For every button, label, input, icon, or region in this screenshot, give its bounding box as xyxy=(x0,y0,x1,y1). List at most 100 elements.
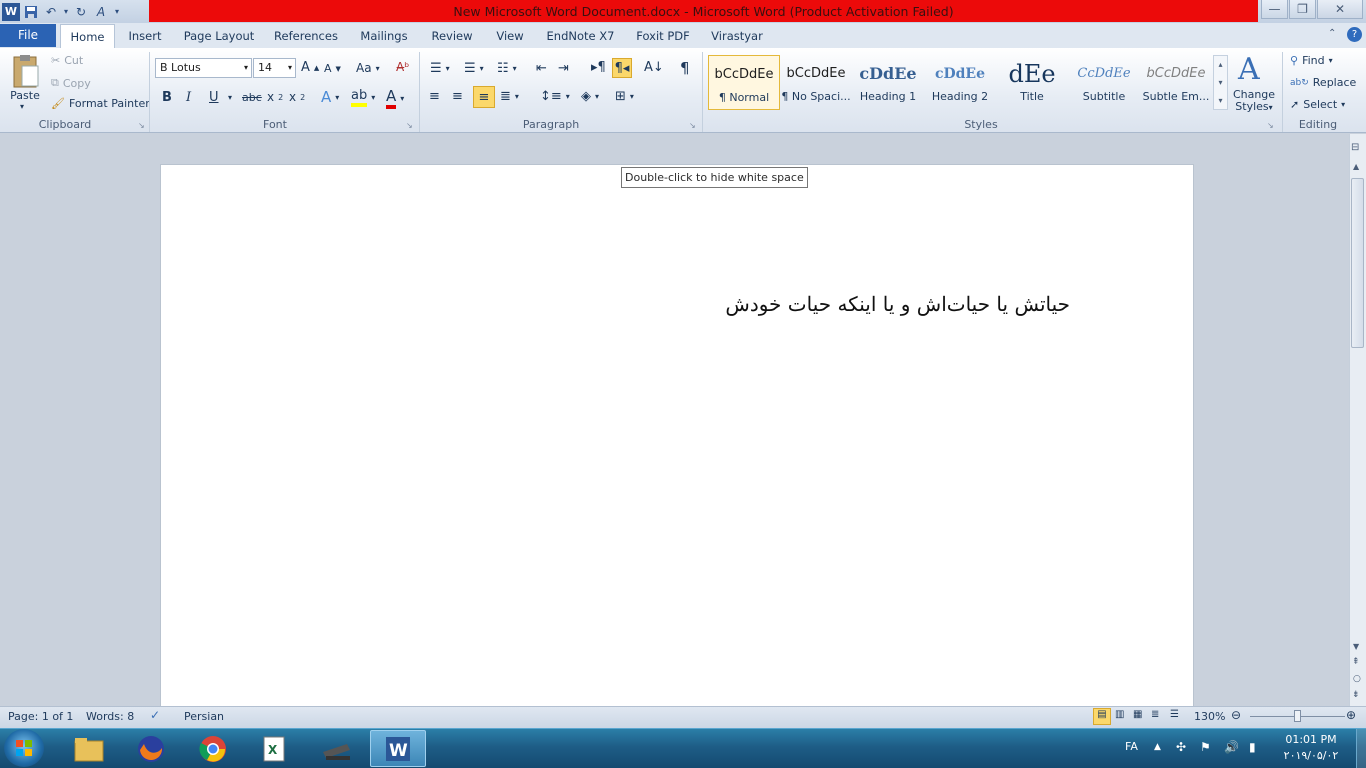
clear-formatting-icon[interactable]: A̶ᵇ xyxy=(396,60,409,74)
tab-review[interactable]: Review xyxy=(425,24,479,48)
align-left-icon[interactable]: ≡ xyxy=(429,89,440,104)
save-icon[interactable] xyxy=(22,3,40,21)
change-styles-button[interactable]: Change Styles▾ xyxy=(1230,89,1278,114)
show-formatting-marks-icon[interactable]: ¶ xyxy=(680,59,690,77)
show-desktop-button[interactable] xyxy=(1356,729,1366,768)
undo-icon[interactable]: ↶ xyxy=(42,3,60,21)
outline-icon[interactable]: ≣ xyxy=(1151,709,1159,720)
style-normal[interactable]: bCcDdEe ¶ Normal xyxy=(708,55,780,110)
tab-mailings[interactable]: Mailings xyxy=(355,24,413,48)
chrome-icon[interactable] xyxy=(185,730,241,767)
zoom-in-icon[interactable]: ⊕ xyxy=(1346,708,1356,722)
scroll-up-icon[interactable]: ▲ xyxy=(1353,162,1359,171)
align-right-icon[interactable]: ≡ xyxy=(473,86,495,108)
show-hidden-icons-icon[interactable]: ▲ xyxy=(1154,742,1161,752)
decrease-indent-icon[interactable]: ⇤ xyxy=(536,61,547,76)
previous-page-icon[interactable]: ⇞ xyxy=(1352,657,1360,667)
rtl-direction-icon[interactable]: ¶◂ xyxy=(612,58,632,78)
tab-home[interactable]: Home xyxy=(60,24,115,48)
document-text[interactable]: حیاتش یا حیات‌اش و یا اینکه حیات خودش xyxy=(700,292,1070,316)
view-ruler-icon[interactable]: ⊟ xyxy=(1351,142,1359,153)
styles-launcher-icon[interactable]: ↘ xyxy=(1267,121,1274,130)
select-browse-object-icon[interactable]: ○ xyxy=(1353,674,1361,684)
redo-icon[interactable]: ↻ xyxy=(72,3,90,21)
word-app-icon[interactable]: W xyxy=(2,2,20,21)
full-screen-reading-icon[interactable]: ▥ xyxy=(1115,709,1124,720)
find-button[interactable]: ⚲ Find ▾ xyxy=(1290,54,1333,67)
bold-icon[interactable]: B xyxy=(162,90,172,105)
tab-file[interactable]: File xyxy=(0,24,56,47)
paste-icon[interactable] xyxy=(8,54,42,90)
minimize-ribbon-icon[interactable]: ⌃ xyxy=(1328,28,1336,39)
file-explorer-icon[interactable] xyxy=(61,730,117,767)
bullets-icon[interactable]: ☰ ▾ xyxy=(430,61,450,76)
align-center-icon[interactable]: ≡ xyxy=(452,89,463,104)
italic-icon[interactable]: I xyxy=(186,90,191,105)
more-styles-icon[interactable]: ▾ xyxy=(1214,92,1227,110)
paragraph-launcher-icon[interactable]: ↘ xyxy=(689,121,696,130)
select-button[interactable]: ➚ Select ▾ xyxy=(1290,98,1345,111)
text-effects-qat-icon[interactable]: A xyxy=(92,3,110,21)
chevron-down-icon[interactable]: ▾ xyxy=(1214,74,1227,92)
subscript-icon[interactable]: x2 xyxy=(267,90,283,104)
tab-foxit-pdf[interactable]: Foxit PDF xyxy=(630,24,696,48)
copy-button[interactable]: ⧉ Copy xyxy=(51,76,91,90)
replace-button[interactable]: ab↻ Replace xyxy=(1290,76,1356,89)
minimize-button[interactable]: — xyxy=(1261,0,1288,19)
style-no-spacing[interactable]: bCcDdEe ¶ No Spaci... xyxy=(780,55,852,110)
word-count[interactable]: Words: 8 xyxy=(86,710,134,723)
network-tray-icon[interactable]: ✣ xyxy=(1176,740,1186,754)
draft-icon[interactable]: ☰ xyxy=(1170,709,1179,720)
web-layout-icon[interactable]: ▦ xyxy=(1133,709,1142,720)
proofing-icon[interactable]: ✓ xyxy=(150,708,160,722)
increase-indent-icon[interactable]: ⇥ xyxy=(558,61,569,76)
paste-dropdown-icon[interactable]: ▾ xyxy=(20,102,24,111)
page-count[interactable]: Page: 1 of 1 xyxy=(8,710,73,723)
borders-icon[interactable]: ⊞ ▾ xyxy=(615,89,634,104)
line-spacing-icon[interactable]: ↕≡ ▾ xyxy=(540,89,570,104)
shrink-font-button[interactable]: A ▼ xyxy=(324,62,341,75)
firefox-icon[interactable] xyxy=(123,730,179,767)
multilevel-list-icon[interactable]: ☷ ▾ xyxy=(497,61,517,76)
style-heading-2[interactable]: cDdEe Heading 2 xyxy=(924,55,996,110)
tab-view[interactable]: View xyxy=(490,24,530,48)
style-title[interactable]: dEe Title xyxy=(996,55,1068,110)
font-size-select[interactable]: 14 ▾ xyxy=(253,58,296,78)
style-subtle-emphasis[interactable]: bCcDdEe Subtle Em... xyxy=(1140,55,1212,110)
ltr-direction-icon[interactable]: ▸¶ xyxy=(591,60,606,75)
zoom-out-icon[interactable]: ⊖ xyxy=(1231,708,1241,722)
tab-references[interactable]: References xyxy=(270,24,342,48)
word-taskbar-icon[interactable]: W xyxy=(370,730,426,767)
zoom-slider-thumb[interactable] xyxy=(1294,710,1301,722)
excel-app-icon[interactable]: X xyxy=(246,730,302,767)
tab-page-layout[interactable]: Page Layout xyxy=(180,24,258,48)
font-name-select[interactable]: B Lotus ▾ xyxy=(155,58,252,78)
change-styles-icon[interactable]: A xyxy=(1238,52,1260,87)
customize-qat-icon[interactable]: ▾ xyxy=(112,3,122,21)
style-heading-1[interactable]: cDdEe Heading 1 xyxy=(852,55,924,110)
document-page[interactable] xyxy=(160,164,1194,712)
format-painter-button[interactable]: 🖌 Format Painter xyxy=(51,97,150,110)
styles-scroll[interactable]: ▴ ▾ ▾ xyxy=(1213,55,1228,110)
restore-button[interactable]: ❐ xyxy=(1289,0,1316,19)
language-status[interactable]: Persian xyxy=(184,710,224,723)
font-launcher-icon[interactable]: ↘ xyxy=(406,121,413,130)
grow-font-button[interactable]: A ▲ xyxy=(301,60,319,75)
tab-insert[interactable]: Insert xyxy=(123,24,167,48)
shading-icon[interactable]: ◈ ▾ xyxy=(581,89,599,104)
tab-virastyar[interactable]: Virastyar xyxy=(706,24,768,48)
clock-time[interactable]: 01:01 PM xyxy=(1276,733,1346,746)
underline-icon[interactable]: U xyxy=(209,90,219,105)
underline-dropdown-icon[interactable]: ▾ xyxy=(228,93,232,102)
highlight-icon[interactable]: ab ▾ xyxy=(351,88,375,107)
font-color-icon[interactable]: A ▾ xyxy=(386,87,404,109)
zoom-level[interactable]: 130% xyxy=(1194,710,1225,723)
scrollbar-thumb[interactable] xyxy=(1351,178,1364,348)
clock-date[interactable]: ۲۰۱۹/۰۵/۰۲ xyxy=(1276,749,1346,762)
volume-icon[interactable]: 🔊 xyxy=(1224,740,1239,754)
language-indicator[interactable]: FA xyxy=(1125,740,1138,753)
scanner-icon[interactable] xyxy=(308,730,364,767)
close-button[interactable]: ✕ xyxy=(1317,0,1363,19)
numbering-icon[interactable]: ☰ ▾ xyxy=(464,61,484,76)
sort-icon[interactable]: A↓ xyxy=(644,60,664,75)
